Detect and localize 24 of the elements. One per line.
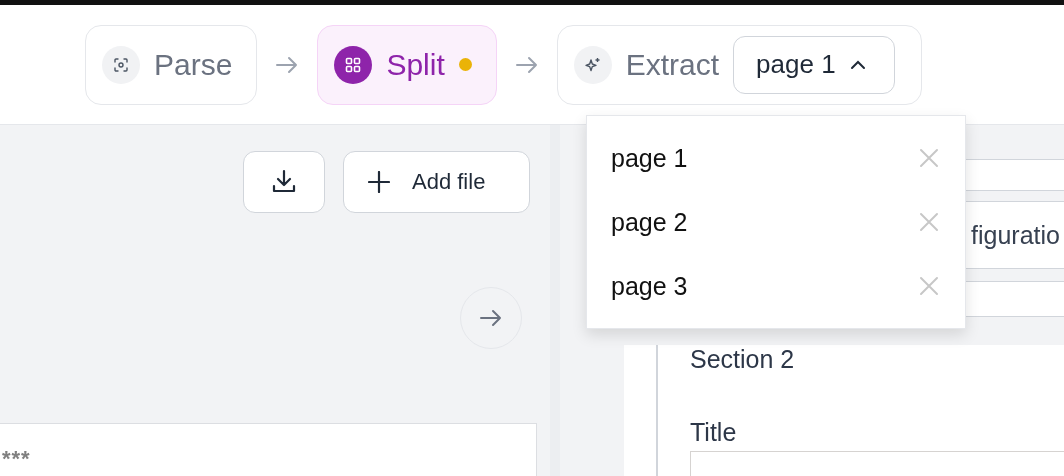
sparkle-icon <box>583 55 602 74</box>
step-label: Parse <box>154 47 233 82</box>
pipeline-step[interactable]: Extract page 1 <box>556 24 922 105</box>
plus-icon <box>368 171 390 193</box>
step-label: Extract <box>625 47 720 82</box>
grid-icon <box>344 55 363 74</box>
arrow-right-icon <box>514 54 539 75</box>
add-file-button[interactable]: Add file <box>343 151 530 213</box>
arrow-right-icon <box>275 54 300 75</box>
close-icon[interactable] <box>919 148 939 168</box>
pipeline-step[interactable]: Split <box>317 24 497 105</box>
download-button[interactable] <box>243 151 325 213</box>
pipeline-step[interactable]: Parse <box>85 24 258 105</box>
close-icon[interactable] <box>919 212 939 232</box>
step-label: Split <box>386 47 445 82</box>
section-title: Section 2 <box>690 345 796 374</box>
scan-icon <box>113 56 129 73</box>
field-label: Title <box>690 418 738 447</box>
menu-item[interactable]: page 1 <box>587 126 965 190</box>
masked-text: *** <box>2 446 31 471</box>
chevron-up-icon <box>849 59 866 70</box>
arrow-right-icon <box>479 308 503 328</box>
close-icon[interactable] <box>919 276 939 296</box>
page-select[interactable]: page 1 <box>733 35 895 94</box>
